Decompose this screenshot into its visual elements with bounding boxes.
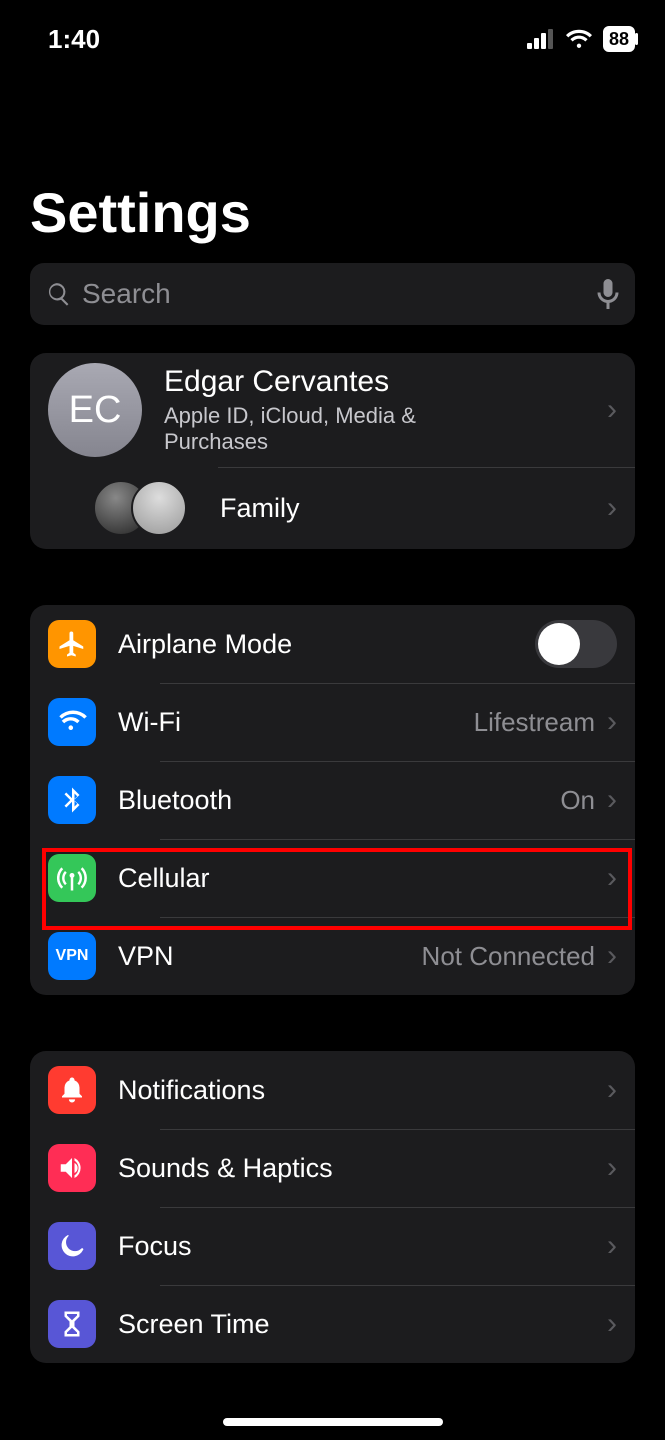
microphone-icon[interactable] <box>597 279 619 309</box>
bluetooth-icon <box>48 776 96 824</box>
chevron-right-icon: › <box>607 393 617 427</box>
bluetooth-row[interactable]: Bluetooth On › <box>30 761 635 839</box>
focus-row[interactable]: Focus › <box>30 1207 635 1285</box>
vpn-icon: VPN <box>48 932 96 980</box>
bluetooth-value: On <box>560 785 595 816</box>
family-row[interactable]: Family › <box>30 467 635 549</box>
chevron-right-icon: › <box>607 1307 617 1341</box>
search-input[interactable]: Search <box>30 263 635 325</box>
family-label: Family <box>220 493 607 524</box>
page-title: Settings <box>0 60 665 263</box>
airplane-toggle[interactable] <box>535 620 617 668</box>
wifi-value: Lifestream <box>474 707 595 738</box>
status-indicators: 88 <box>527 26 635 52</box>
status-bar: 1:40 88 <box>0 0 665 60</box>
chevron-right-icon: › <box>607 783 617 817</box>
chevron-right-icon: › <box>607 1229 617 1263</box>
home-indicator[interactable] <box>223 1418 443 1426</box>
family-avatars <box>90 480 190 536</box>
vpn-value: Not Connected <box>422 941 595 972</box>
profile-group: EC Edgar Cervantes Apple ID, iCloud, Med… <box>30 353 635 549</box>
status-time: 1:40 <box>48 24 100 55</box>
antenna-icon <box>48 854 96 902</box>
screentime-row[interactable]: Screen Time › <box>30 1285 635 1363</box>
search-placeholder: Search <box>82 278 587 310</box>
sounds-row[interactable]: Sounds & Haptics › <box>30 1129 635 1207</box>
vpn-row[interactable]: VPN VPN Not Connected › <box>30 917 635 995</box>
hourglass-icon <box>48 1300 96 1348</box>
avatar: EC <box>48 363 142 457</box>
chevron-right-icon: › <box>607 491 617 525</box>
notifications-row[interactable]: Notifications › <box>30 1051 635 1129</box>
airplane-mode-row[interactable]: Airplane Mode <box>30 605 635 683</box>
battery-indicator: 88 <box>603 26 635 52</box>
wifi-icon <box>48 698 96 746</box>
search-icon <box>46 281 72 307</box>
airplane-icon <box>48 620 96 668</box>
wifi-row[interactable]: Wi-Fi Lifestream › <box>30 683 635 761</box>
profile-name: Edgar Cervantes <box>164 365 607 399</box>
speaker-icon <box>48 1144 96 1192</box>
cellular-signal-icon <box>527 29 555 49</box>
chevron-right-icon: › <box>607 861 617 895</box>
moon-icon <box>48 1222 96 1270</box>
chevron-right-icon: › <box>607 939 617 973</box>
cellular-row[interactable]: Cellular › <box>30 839 635 917</box>
network-group: Airplane Mode Wi-Fi Lifestream › Bluetoo… <box>30 605 635 995</box>
chevron-right-icon: › <box>607 1151 617 1185</box>
chevron-right-icon: › <box>607 1073 617 1107</box>
general-group: Notifications › Sounds & Haptics › Focus… <box>30 1051 635 1363</box>
wifi-icon <box>565 28 593 50</box>
bell-icon <box>48 1066 96 1114</box>
apple-id-row[interactable]: EC Edgar Cervantes Apple ID, iCloud, Med… <box>30 353 635 467</box>
profile-subtitle: Apple ID, iCloud, Media & Purchases <box>164 403 524 455</box>
chevron-right-icon: › <box>607 705 617 739</box>
